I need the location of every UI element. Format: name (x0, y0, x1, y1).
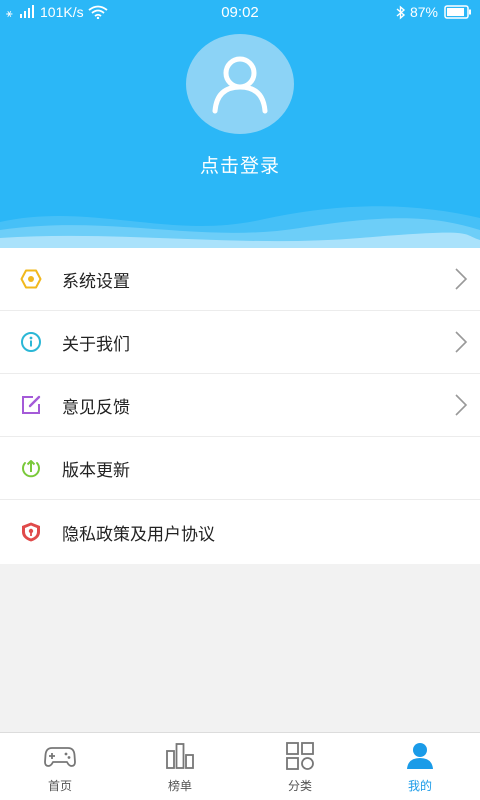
menu-item-privacy-policy[interactable]: 隐私政策及用户协议 (0, 500, 480, 564)
menu-item-feedback[interactable]: 意见反馈 (0, 374, 480, 437)
settings-menu: 系统设置 关于我们 意见反馈 版本更新 隐私政策及用户协议 (0, 248, 480, 564)
tab-label: 分类 (287, 779, 312, 793)
menu-item-label: 隐私政策及用户协议 (62, 524, 215, 545)
menu-item-system-settings[interactable]: 系统设置 (0, 248, 480, 311)
menu-item-label: 版本更新 (62, 460, 130, 481)
settings-hexagon-icon (20, 269, 42, 289)
bluetooth-icon (396, 4, 406, 20)
battery-icon (444, 5, 471, 19)
upload-update-icon (22, 460, 40, 478)
chevron-right-icon (455, 331, 468, 353)
shield-icon (22, 522, 40, 542)
chevron-right-icon (455, 394, 468, 416)
tab-rankings[interactable]: 榜单 (120, 733, 240, 800)
chevron-right-icon (455, 268, 468, 290)
menu-item-label: 关于我们 (62, 334, 130, 355)
grid-icon (286, 742, 314, 770)
gamepad-icon (44, 747, 76, 767)
tab-mine[interactable]: 我的 (360, 733, 480, 800)
status-bar: ⚹ 101K/s 09:02 87% (0, 0, 480, 26)
menu-item-about-us[interactable]: 关于我们 (0, 311, 480, 374)
tab-label: 榜单 (167, 779, 192, 793)
tab-home[interactable]: 首页 (0, 733, 120, 800)
login-link[interactable]: 点击登录 (0, 151, 480, 178)
person-icon (407, 743, 433, 769)
menu-item-label: 系统设置 (62, 271, 130, 292)
menu-item-version-update[interactable]: 版本更新 (0, 437, 480, 500)
user-avatar-icon (212, 56, 268, 114)
wave-decoration (0, 206, 480, 248)
tab-label: 首页 (47, 779, 72, 793)
edit-feedback-icon (22, 395, 41, 414)
tab-categories[interactable]: 分类 (240, 733, 360, 800)
avatar[interactable] (186, 34, 294, 134)
bar-chart-icon (166, 743, 194, 769)
tab-label: 我的 (407, 779, 432, 793)
profile-header: ⚹ 101K/s 09:02 87% 点击登录 (0, 0, 480, 248)
menu-item-label: 意见反馈 (62, 397, 130, 418)
bottom-tab-bar: 首页 榜单 分类 我的 (0, 732, 480, 800)
info-icon (21, 332, 41, 352)
battery-percent: 87% (409, 4, 438, 20)
